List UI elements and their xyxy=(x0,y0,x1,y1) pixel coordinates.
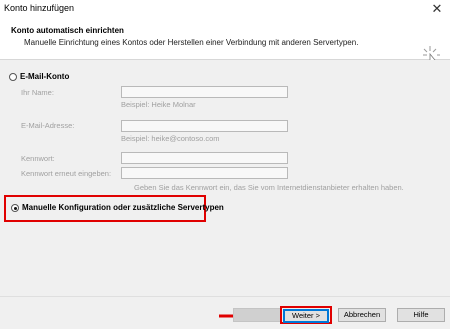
cancel-button[interactable]: Abbrechen xyxy=(338,308,386,322)
back-button[interactable]: < Zurück xyxy=(233,308,281,322)
radio-email-account[interactable] xyxy=(9,73,17,81)
radio-manual-config[interactable] xyxy=(11,204,19,212)
password-repeat-input[interactable] xyxy=(121,167,288,179)
password-label: Kennwort: xyxy=(21,154,55,163)
title-bar: Konto hinzufügen ✕ xyxy=(0,0,450,19)
email-account-label[interactable]: E-Mail-Konto xyxy=(20,72,69,81)
window-title: Konto hinzufügen xyxy=(4,3,75,13)
password-input[interactable] xyxy=(121,152,288,164)
name-hint: Beispiel: Heike Molnar xyxy=(121,100,196,109)
manual-config-label[interactable]: Manuelle Konfiguration oder zusätzliche … xyxy=(22,203,224,212)
email-hint: Beispiel: heike@contoso.com xyxy=(121,134,220,143)
password-repeat-label: Kennwort erneut eingeben: xyxy=(21,169,112,178)
header-title: Konto automatisch einrichten xyxy=(11,26,124,35)
name-input[interactable] xyxy=(121,86,288,98)
wizard-header: Konto automatisch einrichten Manuelle Ei… xyxy=(0,19,450,72)
close-icon[interactable]: ✕ xyxy=(424,0,450,19)
next-button[interactable]: Weiter > xyxy=(283,309,329,323)
password-hint: Geben Sie das Kennwort ein, das Sie vom … xyxy=(134,183,404,192)
name-label: Ihr Name: xyxy=(21,88,54,97)
email-label: E-Mail-Adresse: xyxy=(21,121,75,130)
help-button[interactable]: Hilfe xyxy=(397,308,445,322)
header-subtitle: Manuelle Einrichtung eines Kontos oder H… xyxy=(24,38,359,47)
email-input[interactable] xyxy=(121,120,288,132)
